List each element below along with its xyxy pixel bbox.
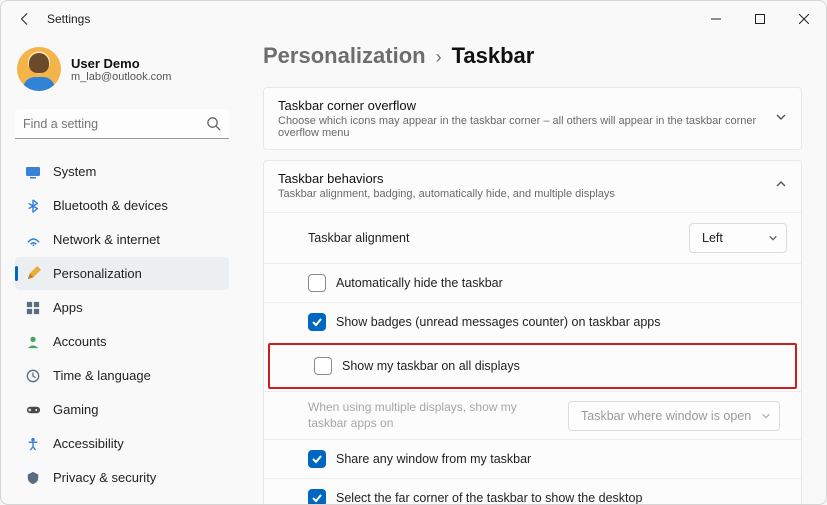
chevron-right-icon: › [436, 47, 442, 68]
apps-icon [25, 300, 41, 316]
card-title: Taskbar corner overflow [278, 98, 775, 113]
search-icon [206, 116, 221, 136]
accounts-icon [25, 334, 41, 350]
minimize-button[interactable] [694, 4, 738, 34]
card-subtitle: Taskbar alignment, badging, automaticall… [278, 188, 615, 200]
page-title: Taskbar [452, 43, 535, 69]
sidebar-item-label: Personalization [53, 266, 142, 281]
accessibility-icon [25, 436, 41, 452]
bluetooth-icon [25, 198, 41, 214]
checkbox-share[interactable] [308, 450, 326, 468]
checkbox-all-displays[interactable] [314, 357, 332, 375]
card-head-behaviors[interactable]: Taskbar behaviors Taskbar alignment, bad… [264, 161, 801, 210]
sidebar-item-gaming[interactable]: Gaming [15, 393, 229, 426]
row-label: Taskbar alignment [308, 231, 409, 245]
main-content: Personalization › Taskbar Taskbar corner… [239, 37, 826, 504]
sidebar-item-label: Apps [53, 300, 83, 315]
row-all-displays: Show my taskbar on all displays [270, 345, 795, 387]
breadcrumb: Personalization › Taskbar [263, 43, 802, 69]
gaming-icon [25, 402, 41, 418]
sidebar-item-accessibility[interactable]: Accessibility [15, 427, 229, 460]
card-title: Taskbar behaviors [278, 171, 615, 186]
sidebar: User Demo m_lab@outlook.com System Bluet… [1, 37, 239, 504]
sidebar-item-label: Time & language [53, 368, 151, 383]
sidebar-item-label: Accessibility [53, 436, 124, 451]
minimize-icon [711, 14, 721, 24]
chevron-up-icon [775, 177, 787, 195]
breadcrumb-parent[interactable]: Personalization [263, 43, 426, 69]
card-taskbar-behaviors: Taskbar behaviors Taskbar alignment, bad… [263, 160, 802, 504]
row-share: Share any window from my taskbar [264, 439, 801, 478]
maximize-icon [755, 14, 765, 24]
chevron-down-icon [768, 233, 778, 243]
checkbox-badges[interactable] [308, 313, 326, 331]
sidebar-item-update[interactable]: Windows Update [15, 495, 229, 504]
user-email: m_lab@outlook.com [71, 71, 171, 83]
multi-display-select[interactable]: Taskbar where window is open [568, 401, 780, 431]
sidebar-item-label: Bluetooth & devices [53, 198, 168, 213]
search-box [15, 109, 229, 139]
row-label: When using multiple displays, show my ta… [308, 400, 558, 431]
highlight-box: Show my taskbar on all displays [268, 343, 797, 389]
personalization-icon [25, 266, 41, 282]
close-icon [799, 14, 809, 24]
row-autohide: Automatically hide the taskbar [264, 263, 801, 302]
search-input[interactable] [15, 109, 229, 139]
sidebar-item-label: Gaming [53, 402, 99, 417]
close-button[interactable] [782, 4, 826, 34]
sidebar-item-label: Privacy & security [53, 470, 156, 485]
back-button[interactable] [13, 7, 37, 31]
chevron-down-icon [775, 110, 787, 128]
update-icon [25, 504, 41, 505]
select-value: Left [702, 231, 723, 245]
sidebar-item-label: System [53, 164, 96, 179]
row-label: Share any window from my taskbar [336, 452, 531, 466]
sidebar-item-apps[interactable]: Apps [15, 291, 229, 324]
body: User Demo m_lab@outlook.com System Bluet… [1, 37, 826, 504]
row-label: Show my taskbar on all displays [342, 359, 520, 373]
settings-window: Settings User Demo m_lab@outlook.com [0, 0, 827, 505]
chevron-down-icon [761, 411, 771, 421]
sidebar-item-bluetooth[interactable]: Bluetooth & devices [15, 189, 229, 222]
system-icon [25, 164, 41, 180]
user-block[interactable]: User Demo m_lab@outlook.com [15, 43, 229, 99]
card-head-text: Taskbar corner overflow Choose which ico… [278, 98, 775, 139]
row-label: Select the far corner of the taskbar to … [336, 491, 642, 504]
row-badges: Show badges (unread messages counter) on… [264, 302, 801, 341]
checkbox-far-corner[interactable] [308, 489, 326, 504]
card-head-text: Taskbar behaviors Taskbar alignment, bad… [278, 171, 615, 200]
app-title: Settings [47, 12, 90, 26]
user-info: User Demo m_lab@outlook.com [71, 56, 171, 83]
sidebar-item-system[interactable]: System [15, 155, 229, 188]
row-far-corner: Select the far corner of the taskbar to … [264, 478, 801, 504]
card-body-behaviors: Taskbar alignment Left Automatically hid… [264, 210, 801, 504]
user-name: User Demo [71, 56, 171, 71]
nav: System Bluetooth & devices Network & int… [15, 155, 229, 504]
card-head-overflow[interactable]: Taskbar corner overflow Choose which ico… [264, 88, 801, 149]
alignment-select[interactable]: Left [689, 223, 787, 253]
arrow-left-icon [18, 12, 32, 26]
row-label: Automatically hide the taskbar [336, 276, 503, 290]
checkbox-autohide[interactable] [308, 274, 326, 292]
sidebar-item-network[interactable]: Network & internet [15, 223, 229, 256]
time-icon [25, 368, 41, 384]
sidebar-item-time[interactable]: Time & language [15, 359, 229, 392]
sidebar-item-label: Accounts [53, 334, 106, 349]
maximize-button[interactable] [738, 4, 782, 34]
row-label: Show badges (unread messages counter) on… [336, 315, 661, 329]
row-multi-displays: When using multiple displays, show my ta… [264, 391, 801, 439]
avatar [17, 47, 61, 91]
privacy-icon [25, 470, 41, 486]
sidebar-item-privacy[interactable]: Privacy & security [15, 461, 229, 494]
card-taskbar-overflow: Taskbar corner overflow Choose which ico… [263, 87, 802, 150]
card-subtitle: Choose which icons may appear in the tas… [278, 115, 775, 139]
sidebar-item-personalization[interactable]: Personalization [15, 257, 229, 290]
network-icon [25, 232, 41, 248]
select-value: Taskbar where window is open [581, 409, 751, 423]
row-taskbar-alignment: Taskbar alignment Left [264, 212, 801, 263]
window-controls [694, 4, 826, 34]
titlebar: Settings [1, 1, 826, 37]
sidebar-item-label: Network & internet [53, 232, 160, 247]
sidebar-item-accounts[interactable]: Accounts [15, 325, 229, 358]
